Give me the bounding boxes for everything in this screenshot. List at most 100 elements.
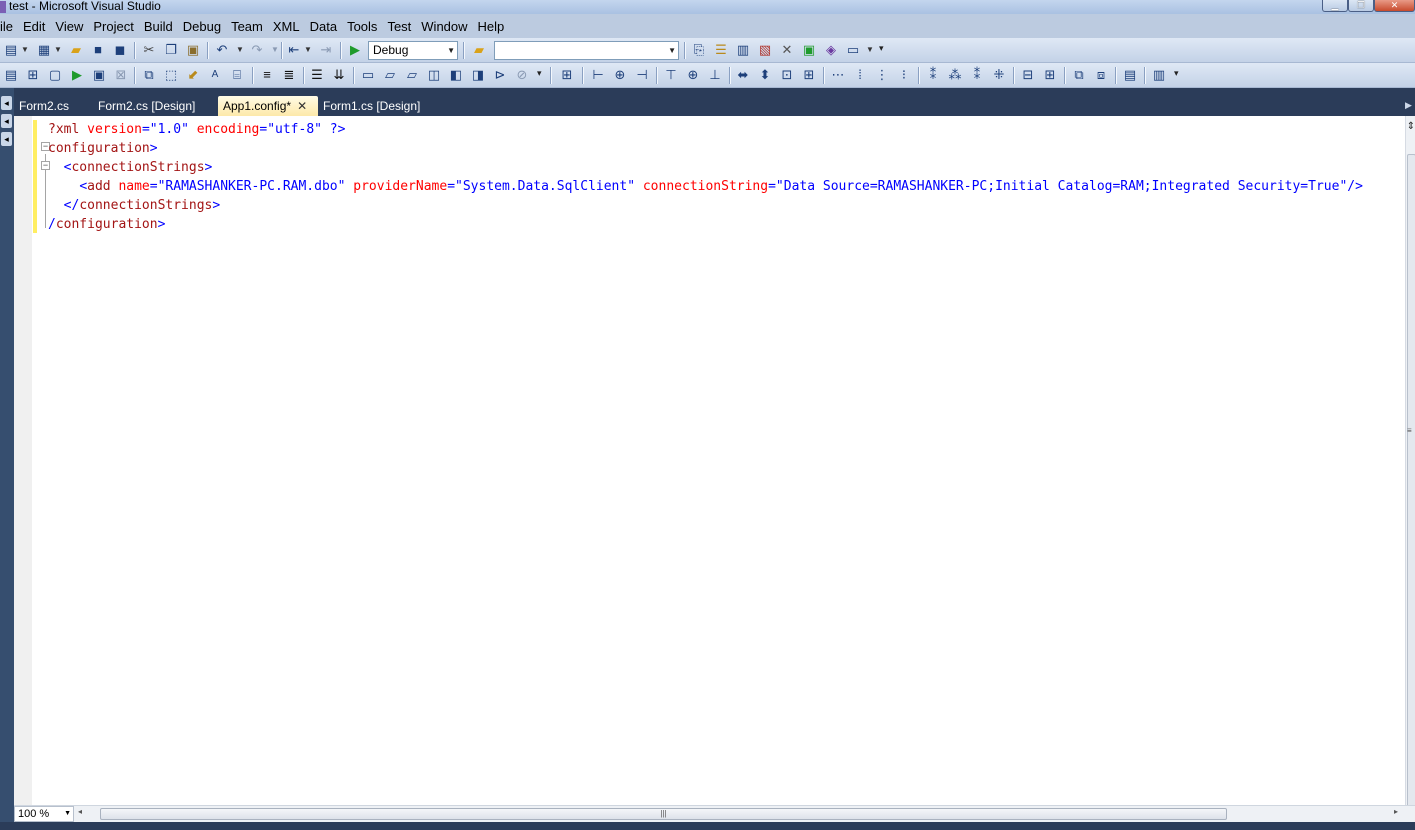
navigate-forward-icon[interactable]: ⇥ [318,42,334,58]
tab-app1-config[interactable]: App1.config* ✕ [218,96,318,116]
layout-icon-6[interactable]: ⊠ [113,67,129,83]
align-middles-icon[interactable]: ⊕ [685,67,701,83]
copy-icon[interactable]: ❐ [163,42,179,58]
code-line[interactable]: <add name="RAMASHANKER-PC.RAM.dbo" provi… [48,177,1363,196]
layout-icon-8[interactable]: ⬚ [163,67,179,83]
center-vertically-icon[interactable]: ⊞ [1042,67,1058,83]
toolbar-overflow-icon[interactable]: ▾ [1174,69,1179,78]
layout-icon-12[interactable]: ▭ [360,67,376,83]
vertical-spacing-equal-icon[interactable]: ⁑ [925,67,941,83]
cut-icon[interactable]: ✂ [141,42,157,58]
align-lefts-icon[interactable]: ⊢ [590,67,606,83]
navigate-backward-icon[interactable]: ⇤ [286,42,302,58]
add-item-icon[interactable]: ▦ [36,42,52,58]
center-horizontally-icon[interactable]: ⊟ [1020,67,1036,83]
zoom-select[interactable]: 100 % ▼ [14,806,74,822]
layout-icon-16[interactable]: ◧ [448,67,464,83]
active-files-dropdown-icon[interactable]: ▶ [1405,100,1412,111]
menu-team[interactable]: Team [226,19,268,34]
layout-icon-13[interactable]: ▱ [382,67,398,83]
menu-edit[interactable]: Edit [18,19,50,34]
vertical-spacing-remove-icon[interactable]: ⁜ [991,67,1007,83]
class-view-icon[interactable]: ◈ [823,42,839,58]
save-all-icon[interactable]: ◼ [112,42,128,58]
new-project-icon[interactable]: ▤ [3,42,19,58]
align-centers-icon[interactable]: ⊕ [612,67,628,83]
toolbar-overflow-icon[interactable]: ▾ [879,44,884,53]
menu-test[interactable]: Test [382,19,416,34]
tab-form1-cs-design[interactable]: Form1.cs [Design] [318,96,425,116]
code-line[interactable]: <connectionStrings> [48,158,1363,177]
properties-icon[interactable]: ☰ [713,42,729,58]
horizontal-spacing-remove-icon[interactable]: ⁝ [896,67,912,83]
horizontal-spacing-decrease-icon[interactable]: ⋮ [874,67,890,83]
code-line[interactable]: </connectionStrings> [48,196,1363,215]
align-left-icon[interactable]: ≡ [259,67,275,83]
menu-file[interactable]: ile [0,19,18,34]
menu-window[interactable]: Window [416,19,472,34]
align-right-icon[interactable]: ≣ [281,67,297,83]
code-text-area[interactable]: ?xml version="1.0" encoding="utf-8" ?> co… [48,120,1363,234]
scroll-left-icon[interactable]: ◂ [78,807,82,816]
align-rights-icon[interactable]: ⊣ [634,67,650,83]
bring-to-front-icon[interactable]: ⧉ [1071,67,1087,83]
layout-icon-9[interactable]: ⬋ [185,67,201,83]
code-editor[interactable]: − − ?xml version="1.0" encoding="utf-8" … [14,116,1405,805]
close-tab-icon[interactable]: ✕ [297,96,307,116]
maximize-button[interactable]: ❐ [1348,0,1374,12]
menu-build[interactable]: Build [139,19,178,34]
layout-icon-17[interactable]: ◨ [470,67,486,83]
layout-icon-11[interactable]: ⌸ [229,67,245,83]
vertical-spacing-decrease-icon[interactable]: ⁑ [969,67,985,83]
data-sources-tab[interactable]: ◂ [1,132,12,146]
navigate-backward-dropdown-icon[interactable]: ▼ [304,42,312,58]
menu-help[interactable]: Help [473,19,510,34]
layout-icon-10[interactable]: A [207,67,223,83]
toolbar-overflow-icon[interactable]: ▾ [537,69,542,78]
start-page-icon[interactable]: ▣ [801,42,817,58]
layout-icon-15[interactable]: ◫ [426,67,442,83]
vertical-scrollbar[interactable]: ⇕ ≡ [1405,116,1415,824]
code-line[interactable]: /configuration> [48,215,1363,234]
object-browser-icon[interactable]: ▥ [735,42,751,58]
splitter-icon[interactable]: ⇕ [1406,120,1415,134]
size-to-grid-icon[interactable]: ⊞ [801,67,817,83]
align-tops-icon[interactable]: ⊤ [663,67,679,83]
layout-icon-19[interactable]: ⊘ [514,67,530,83]
start-debugging-icon[interactable]: ▶ [347,42,363,58]
horizontal-spacing-equal-icon[interactable]: ⋯ [830,67,846,83]
menu-project[interactable]: Project [88,19,138,34]
layout-icon-14[interactable]: ▱ [404,67,420,83]
save-icon[interactable]: ■ [90,42,106,58]
align-bottoms-icon[interactable]: ⊥ [707,67,723,83]
redo-icon[interactable]: ↷ [249,42,265,58]
toolbox-icon[interactable]: ▧ [757,42,773,58]
find-combo[interactable]: ▼ [494,41,679,60]
menu-data[interactable]: Data [305,19,342,34]
solution-configuration-select[interactable]: Debug ▼ [368,41,458,60]
menu-xml[interactable]: XML [268,19,305,34]
menu-debug[interactable]: Debug [178,19,226,34]
layout-icon-3[interactable]: ▢ [47,67,63,83]
align-to-grid-icon[interactable]: ⊞ [559,67,575,83]
layout-icon-5[interactable]: ▣ [91,67,107,83]
layout-icon-4[interactable]: ▶ [69,67,85,83]
lock-controls-icon[interactable]: ▥ [1151,67,1167,83]
undo-dropdown-icon[interactable]: ▼ [236,42,244,58]
open-file-icon[interactable]: ▰ [68,42,84,58]
code-line[interactable]: configuration> [48,139,1363,158]
indicator-margin[interactable] [14,116,32,805]
toolbox-tab[interactable]: ◂ [1,114,12,128]
layout-icon-2[interactable]: ⊞ [25,67,41,83]
undo-icon[interactable]: ↶ [214,42,230,58]
solution-explorer-icon[interactable]: ⎘ [691,42,707,58]
command-window-icon[interactable]: ▭ [845,42,861,58]
horizontal-scroll-thumb[interactable]: ||| [100,808,1227,820]
align-center-icon[interactable]: ☰ [309,67,325,83]
vertical-spacing-increase-icon[interactable]: ⁂ [947,67,963,83]
find-in-files-icon[interactable]: ▰ [471,42,487,58]
make-same-height-icon[interactable]: ⬍ [757,67,773,83]
redo-dropdown-icon[interactable]: ▼ [271,42,279,58]
minimize-button[interactable]: ▁ [1322,0,1348,12]
tab-order-view-icon[interactable]: ▤ [1122,67,1138,83]
